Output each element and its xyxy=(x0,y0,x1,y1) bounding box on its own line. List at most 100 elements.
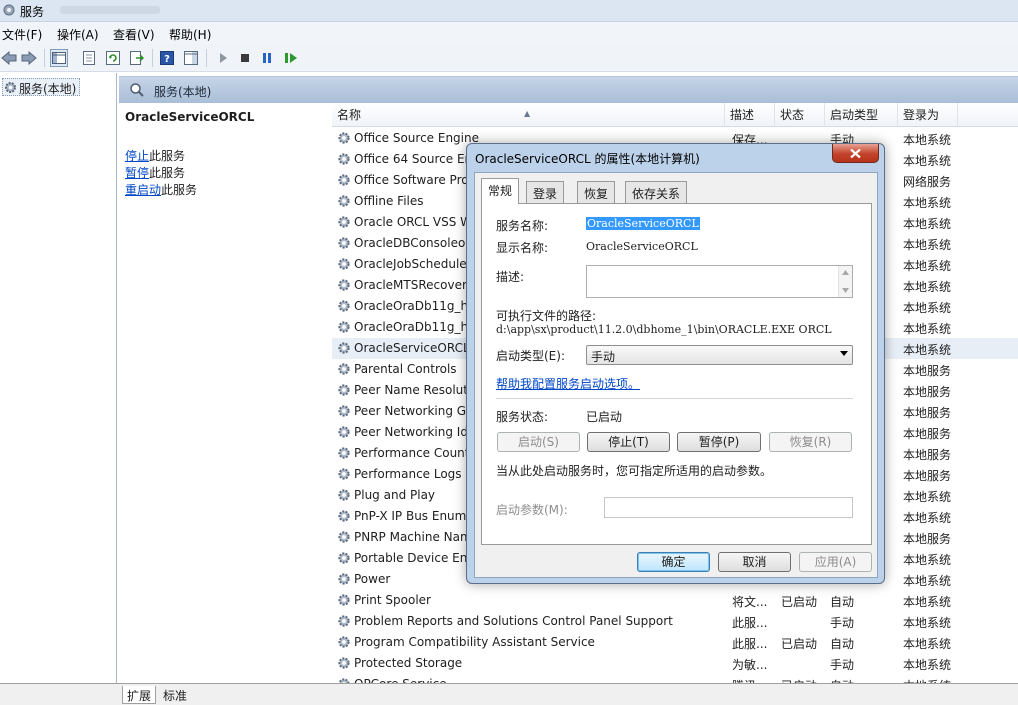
start-params-hint: 当从此处启动服务时，您可指定所适用的启动参数。 xyxy=(496,464,773,478)
separator xyxy=(496,398,853,399)
scroll-down-icon xyxy=(842,288,849,293)
dialog-close-button[interactable] xyxy=(832,144,879,163)
cell-logon-as: 本地系统 xyxy=(903,616,952,630)
service-gear-icon xyxy=(337,572,351,589)
apply-button[interactable]: 应用(A) xyxy=(799,552,872,572)
refresh-icon[interactable] xyxy=(104,49,122,67)
menu-file[interactable]: 文件(F) xyxy=(2,26,42,43)
tab-standard[interactable]: 标准 xyxy=(159,686,191,704)
menu-view[interactable]: 查看(V) xyxy=(113,26,155,43)
service-gear-icon xyxy=(337,194,351,211)
general-tab-panel: 服务名称: OracleServiceORCL 显示名称: OracleServ… xyxy=(481,203,872,545)
menu-action[interactable]: 操作(A) xyxy=(57,26,99,43)
startup-type-label: 启动类型(E): xyxy=(496,349,565,363)
dialog-body: 常规 登录 恢复 依存关系 服务名称: OracleServiceORCL 显示… xyxy=(474,172,878,578)
tab-general[interactable]: 常规 xyxy=(481,178,520,204)
dialog-title: OracleServiceORCL 的属性(本地计算机) xyxy=(475,152,700,166)
table-row[interactable]: QPCore Service腾讯...已启动自动本地系统 xyxy=(332,674,1018,683)
cell-logon-as: 本地服务 xyxy=(903,385,952,399)
column-header-description[interactable]: 描述 xyxy=(725,103,775,127)
table-row[interactable]: Problem Reports and Solutions Control Pa… xyxy=(332,611,1018,632)
cell-logon-as: 本地服务 xyxy=(903,427,952,441)
tab-dependencies[interactable]: 依存关系 xyxy=(625,181,688,203)
tab-logon[interactable]: 登录 xyxy=(526,181,565,203)
start-service-icon[interactable] xyxy=(214,49,232,67)
column-header-status[interactable]: 状态 xyxy=(775,103,825,127)
pause-service-link[interactable]: 暂停 xyxy=(125,166,149,180)
column-header-name[interactable]: 名称 ▲ xyxy=(332,103,725,127)
service-name-label: 服务名称: xyxy=(496,219,549,233)
column-header-logon-as[interactable]: 登录为 xyxy=(898,103,958,127)
service-gear-icon xyxy=(337,299,351,316)
cell-name: Protected Storage xyxy=(354,656,463,670)
list-header: 名称 ▲ 描述 状态 启动类型 登录为 xyxy=(332,103,1018,127)
stop-service-icon[interactable] xyxy=(236,49,254,67)
restart-service-link[interactable]: 重启动 xyxy=(125,183,161,197)
service-gear-icon xyxy=(337,530,351,547)
service-gear-icon xyxy=(337,236,351,253)
column-header-startup-type[interactable]: 启动类型 xyxy=(825,103,898,127)
cancel-button[interactable]: 取消 xyxy=(718,552,791,572)
pause-button[interactable]: 暂停(P) xyxy=(677,432,761,452)
start-button[interactable]: 启动(S) xyxy=(497,432,580,452)
ok-button[interactable]: 确定 xyxy=(637,552,710,572)
stop-service-link[interactable]: 停止 xyxy=(125,149,149,163)
service-name-value[interactable]: OracleServiceORCL xyxy=(586,217,700,230)
cell-status: 已启动 xyxy=(781,637,818,651)
back-arrow-icon[interactable] xyxy=(0,49,18,67)
cell-logon-as: 本地系统 xyxy=(903,574,952,588)
cell-description: 此服... xyxy=(732,616,768,630)
tree-node-services-local[interactable]: 服务(本地) xyxy=(2,78,81,96)
service-gear-icon xyxy=(337,593,351,610)
extended-description-pane: OracleServiceORCL 停止此服务 暂停此服务 重启动此服务 xyxy=(119,103,332,683)
help-configure-startup-link[interactable]: 帮助我配置服务启动选项。 xyxy=(496,375,640,392)
action-suffix: 此服务 xyxy=(149,149,186,163)
cell-description: 将文... xyxy=(732,595,768,609)
restart-service-icon[interactable] xyxy=(282,49,300,67)
cell-logon-as: 本地系统 xyxy=(903,154,952,168)
tab-extended[interactable]: 扩展 xyxy=(122,686,157,704)
start-params-input[interactable] xyxy=(604,497,853,518)
show-hide-console-tree-icon[interactable] xyxy=(50,49,68,67)
table-row[interactable]: Protected Storage 为敏... 手动 本地系统 xyxy=(332,653,1018,674)
forward-arrow-icon[interactable] xyxy=(20,49,38,67)
sort-ascending-icon: ▲ xyxy=(524,109,531,118)
services-app-icon xyxy=(3,4,15,16)
scroll-up-icon xyxy=(842,270,849,275)
pause-service-action: 暂停此服务 xyxy=(125,164,185,181)
service-gear-icon xyxy=(337,635,351,652)
menu-help[interactable]: 帮助(H) xyxy=(169,26,211,43)
tab-recovery[interactable]: 恢复 xyxy=(577,181,616,203)
table-row[interactable]: Print Spooler 将文... 已启动 自动 本地系统 xyxy=(332,590,1018,611)
cell-logon-as: 本地系统 xyxy=(903,343,952,357)
properties-sheet-icon[interactable] xyxy=(80,49,98,67)
cell-logon-as: 网络服务 xyxy=(903,175,952,189)
cell-status: 已启动 xyxy=(781,595,818,609)
table-row[interactable]: Program Compatibility Assistant Service 此… xyxy=(332,632,1018,653)
cell-startup-type: 手动 xyxy=(830,658,855,672)
stop-button[interactable]: 停止(T) xyxy=(587,432,670,452)
exe-path-value: d:\app\sx\product\11.2.0\dbhome_1\bin\OR… xyxy=(496,323,832,336)
cell-logon-as: 本地服务 xyxy=(903,532,952,546)
svg-text:?: ? xyxy=(164,54,170,65)
startup-type-value: 手动 xyxy=(591,350,616,364)
cell-logon-as: 本地系统 xyxy=(903,133,952,147)
startup-type-select[interactable]: 手动 xyxy=(586,345,853,365)
pause-service-icon[interactable] xyxy=(258,49,276,67)
export-list-icon[interactable] xyxy=(128,49,146,67)
service-gear-icon xyxy=(337,278,351,295)
help-icon[interactable]: ? xyxy=(158,49,176,67)
description-scrollbar[interactable] xyxy=(838,266,852,297)
content-header-title: 服务(本地) xyxy=(154,85,212,99)
service-gear-icon xyxy=(337,509,351,526)
close-icon xyxy=(850,148,861,158)
service-status-value: 已启动 xyxy=(586,410,623,424)
display-name-value[interactable]: OracleServiceORCL xyxy=(586,240,698,253)
resume-button[interactable]: 恢复(R) xyxy=(769,432,852,452)
service-gear-icon xyxy=(337,362,351,379)
stop-service-action: 停止此服务 xyxy=(125,147,185,164)
cell-name: Program Compatibility Assistant Service xyxy=(354,635,595,649)
description-textbox[interactable] xyxy=(586,265,853,298)
magnifier-icon xyxy=(130,83,144,97)
show-action-pane-icon[interactable] xyxy=(182,49,200,67)
